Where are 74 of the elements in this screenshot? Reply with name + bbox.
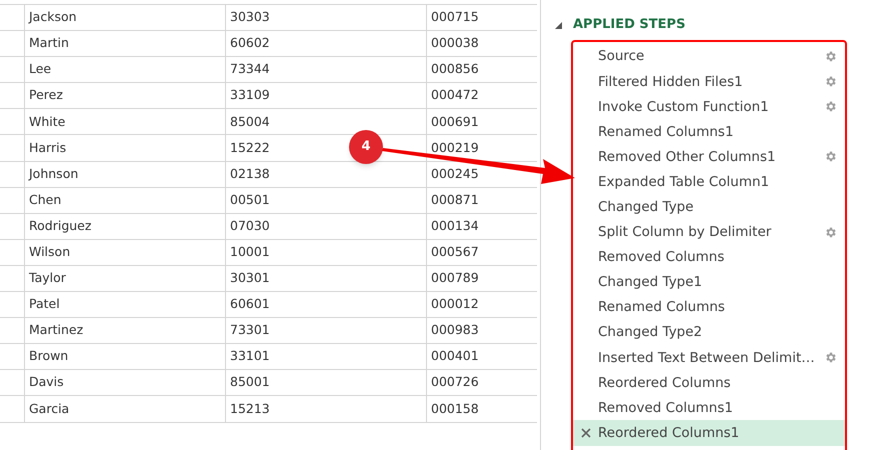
- table-cell-text: 00501: [230, 190, 270, 209]
- table-cell-text: 000401: [431, 347, 479, 366]
- table-cell-text: 000245: [431, 164, 479, 183]
- table-cell-text: 000038: [431, 34, 479, 52]
- table-cell-text: Lee: [29, 60, 52, 78]
- table-cell-text: 000691: [431, 112, 479, 131]
- table-cell-text: 73344: [230, 60, 270, 78]
- panel-title: APPLIED STEPS: [573, 16, 686, 34]
- collapse-triangle-icon[interactable]: [555, 22, 562, 28]
- step-item[interactable]: Source: [573, 44, 845, 70]
- step-item[interactable]: Invoke Custom Function1: [573, 94, 845, 120]
- step-item[interactable]: Changed Type: [573, 194, 845, 220]
- table-cell-text: 60602: [230, 34, 270, 52]
- gear-icon[interactable]: [824, 226, 837, 239]
- gear-icon[interactable]: [824, 150, 837, 164]
- table-cell-text: Rodriguez: [29, 216, 92, 235]
- table-cell-text: Brown: [29, 347, 68, 366]
- step-item[interactable]: Expanded Table Column1: [573, 169, 845, 195]
- gear-icon[interactable]: [824, 50, 837, 64]
- table-cell-text: Perez: [29, 86, 63, 104]
- step-item[interactable]: Removed Columns: [573, 244, 845, 270]
- delete-icon[interactable]: [580, 428, 590, 438]
- table-cell-text: Johnson: [29, 164, 78, 183]
- table-cell-text: 85001: [230, 373, 270, 392]
- table-cell-text: 000158: [431, 400, 479, 418]
- step-item[interactable]: Changed Type2: [573, 320, 845, 346]
- table-cell-text: Chen: [29, 190, 62, 209]
- table-cell-text: 000134: [431, 216, 479, 235]
- table-cell-text: Garcia: [29, 400, 70, 418]
- table-cell-text: 000856: [431, 60, 479, 78]
- table-cell-text: 000789: [431, 269, 479, 288]
- table-cell-text: 000871: [431, 190, 479, 209]
- table-cell-text: 02138: [230, 164, 270, 183]
- step-item[interactable]: Removed Other Columns1: [573, 144, 845, 170]
- table-cell-text: Jackson: [29, 8, 77, 26]
- step-item[interactable]: Split Column by Delimiter: [573, 220, 845, 245]
- table-cell-text: Martin: [29, 34, 69, 52]
- table-cell-text: Patel: [29, 295, 60, 314]
- table-cell-text: White: [29, 112, 66, 131]
- table-cell-text: 000012: [431, 295, 479, 314]
- step-item[interactable]: Inserted Text Between Delimit…: [573, 345, 845, 370]
- step-item[interactable]: Filtered Hidden Files1: [573, 69, 845, 94]
- step-item[interactable]: Removed Columns1: [573, 395, 845, 420]
- gear-icon[interactable]: [824, 100, 837, 114]
- table-cell-text: 000567: [431, 243, 479, 262]
- table-cell-text: 30301: [230, 269, 270, 288]
- table-cell-text: 000726: [431, 373, 479, 392]
- step-item[interactable]: Reordered Columns: [573, 370, 845, 396]
- step-item[interactable]: Changed Type1: [573, 270, 845, 295]
- table-cell-text: 10001: [230, 243, 270, 262]
- table-cell-text: 15213: [230, 400, 270, 418]
- table-cell-text: 30303: [230, 8, 270, 26]
- table-cell-text: 73301: [230, 321, 270, 340]
- table-cell-text: 33109: [230, 86, 270, 104]
- table-cell-text: 15222: [230, 138, 270, 157]
- table-cell-text: 000715: [431, 8, 479, 26]
- table-cell-text: 60601: [230, 295, 270, 314]
- table-cell-text: 33101: [230, 347, 270, 366]
- table-cell-text: 000219: [431, 138, 479, 157]
- gear-icon[interactable]: [824, 351, 837, 364]
- step-item[interactable]: Renamed Columns1: [573, 119, 845, 144]
- table-cell-text: 000472: [431, 86, 479, 104]
- table-cell-text: 85004: [230, 112, 270, 131]
- table-cell-text: Davis: [29, 373, 64, 392]
- step-item[interactable]: Reordered Columns1: [573, 420, 845, 446]
- gear-icon[interactable]: [824, 75, 837, 88]
- table-cell-text: Wilson: [29, 243, 70, 262]
- table-cell-text: Taylor: [29, 269, 66, 288]
- table-cell-text: Martinez: [29, 321, 84, 340]
- table-cell-text: 000983: [431, 321, 479, 340]
- step-item[interactable]: Renamed Columns: [573, 294, 845, 320]
- table-cell-text: 07030: [230, 216, 270, 235]
- callout-number: 4: [361, 138, 371, 156]
- table-cell-text: Harris: [29, 138, 66, 157]
